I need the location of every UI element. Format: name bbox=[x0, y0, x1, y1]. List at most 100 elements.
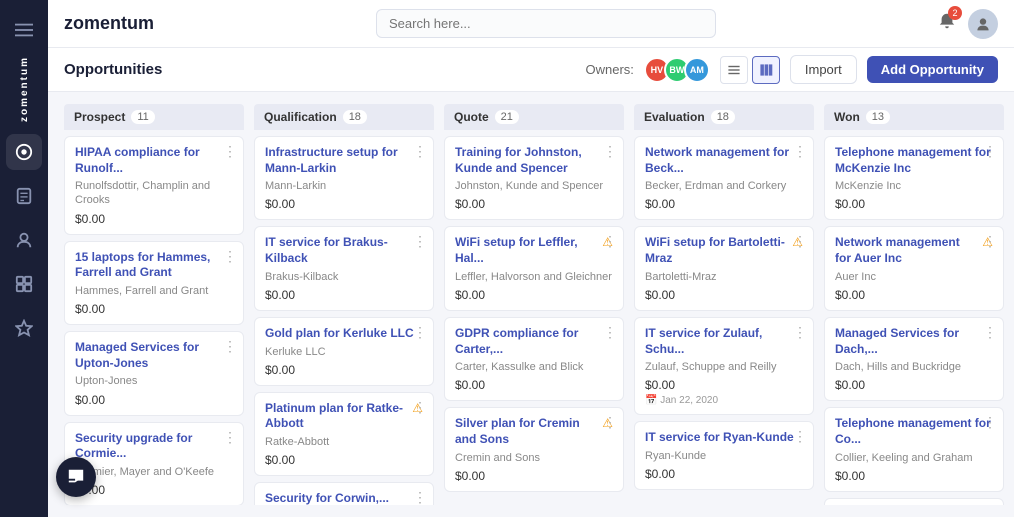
card-amount: $0.00 bbox=[265, 363, 423, 377]
card-menu-button[interactable]: ⋮ bbox=[603, 324, 617, 341]
sidebar-item-contacts[interactable] bbox=[6, 222, 42, 258]
card-menu-button[interactable]: ⋮ bbox=[983, 324, 997, 341]
card-title-row: IT service for Ryan-Kunde bbox=[645, 430, 803, 449]
card-title: Telephone management for McKenzie Inc bbox=[835, 145, 993, 176]
col-title-evaluation: Evaluation bbox=[644, 110, 705, 124]
kanban-card[interactable]: ⋮Security for Corwin,... bbox=[254, 482, 434, 505]
owner-avatar-2[interactable]: AM bbox=[684, 57, 710, 83]
add-opportunity-button[interactable]: Add Opportunity bbox=[867, 56, 998, 83]
card-amount: $0.00 bbox=[265, 288, 423, 302]
kanban-card[interactable]: ⋮WiFi setup for Bartoletti-Mraz⚠Bartolet… bbox=[634, 226, 814, 310]
card-subtitle: Bartoletti-Mraz bbox=[645, 270, 803, 284]
card-subtitle: Carter, Kassulke and Blick bbox=[455, 360, 613, 374]
card-title: Network management for Auer Inc bbox=[835, 235, 976, 266]
card-subtitle: Leffler, Halvorson and Gleichner bbox=[455, 270, 613, 284]
card-amount: $0.00 bbox=[455, 288, 613, 302]
kanban-view-button[interactable] bbox=[752, 56, 780, 84]
kanban-card[interactable]: ⋮Platinum plan for Ratke-Abbott⚠Ratke-Ab… bbox=[254, 392, 434, 476]
kanban-card[interactable]: ⋮HIPAA compliance for Runolf...Runolfsdo… bbox=[64, 136, 244, 235]
col-header-won: Won 13 bbox=[824, 104, 1004, 130]
card-menu-button[interactable]: ⋮ bbox=[983, 414, 997, 431]
sidebar-item-favorites[interactable] bbox=[6, 310, 42, 346]
card-amount: $0.00 bbox=[645, 378, 803, 392]
card-menu-button[interactable]: ⋮ bbox=[603, 414, 617, 431]
card-menu-button[interactable]: ⋮ bbox=[223, 248, 237, 265]
card-menu-button[interactable]: ⋮ bbox=[603, 143, 617, 160]
hamburger-menu[interactable] bbox=[6, 12, 42, 48]
search-input[interactable] bbox=[376, 9, 716, 38]
kanban-card[interactable]: ⋮15 laptops for Hammes, Farrell and Gran… bbox=[64, 241, 244, 325]
kanban-card[interactable]: ⋮Telephone management for Co...Collier, … bbox=[824, 407, 1004, 491]
card-menu-button[interactable]: ⋮ bbox=[223, 338, 237, 355]
card-subtitle: Collier, Keeling and Graham bbox=[835, 451, 993, 465]
card-title-row: Telephone management for Co... bbox=[835, 416, 993, 450]
card-menu-button[interactable]: ⋮ bbox=[413, 233, 427, 250]
card-menu-button[interactable]: ⋮ bbox=[413, 399, 427, 416]
col-cards-quote: ⋮Training for Johnston, Kunde and Spence… bbox=[444, 132, 624, 505]
card-menu-button[interactable]: ⋮ bbox=[793, 143, 807, 160]
card-subtitle: Cormier, Mayer and O'Keefe bbox=[75, 465, 233, 479]
kanban-card[interactable]: ⋮IT service for Ryan-KundeRyan-Kunde$0.0… bbox=[634, 421, 814, 490]
card-title: HIPAA compliance for Runolf... bbox=[75, 145, 233, 176]
sidebar-item-products[interactable] bbox=[6, 266, 42, 302]
kanban-card[interactable]: ⋮Managed Services for Upton-JonesUpton-J… bbox=[64, 331, 244, 415]
card-menu-button[interactable]: ⋮ bbox=[983, 233, 997, 250]
kanban-card[interactable]: ⋮Telephone management for McKenzie IncMc… bbox=[824, 136, 1004, 220]
card-menu-button[interactable]: ⋮ bbox=[603, 233, 617, 250]
kanban-card[interactable]: ⋮Gold plan for Kerluke LLCKerluke LLC$0.… bbox=[254, 317, 434, 386]
kanban-card[interactable]: ⋮Managed Services for Dach,...Dach, Hill… bbox=[824, 317, 1004, 401]
card-title-row: Network management for Auer Inc⚠ bbox=[835, 235, 993, 269]
kanban-card[interactable]: ⋮GDPR compliance for Carter,... Carter, K… bbox=[444, 317, 624, 401]
card-menu-button[interactable]: ⋮ bbox=[983, 143, 997, 160]
col-title-quote: Quote bbox=[454, 110, 489, 124]
card-menu-button[interactable]: ⋮ bbox=[223, 143, 237, 160]
card-menu-button[interactable]: ⋮ bbox=[413, 143, 427, 160]
list-view-button[interactable] bbox=[720, 56, 748, 84]
kanban-card[interactable]: ⋮Infrastructure setup for Mann-LarkinMan… bbox=[254, 136, 434, 220]
card-amount: $0.00 bbox=[265, 197, 423, 211]
card-title-row: GDPR compliance for Carter,... bbox=[455, 326, 613, 360]
col-header-quote: Quote 21 bbox=[444, 104, 624, 130]
kanban-card[interactable]: ⋮IT service for Brakus-KilbackBrakus-Kil… bbox=[254, 226, 434, 310]
card-title-row: HIPAA compliance for Runolf... bbox=[75, 145, 233, 179]
page-header: Opportunities Owners: HVBWAM Import Add … bbox=[48, 48, 1014, 92]
card-menu-button[interactable]: ⋮ bbox=[413, 489, 427, 505]
card-menu-button[interactable]: ⋮ bbox=[793, 428, 807, 445]
card-menu-button[interactable]: ⋮ bbox=[793, 233, 807, 250]
kanban-wrapper: Prospect 11 ⋮HIPAA compliance for Runolf… bbox=[48, 92, 1014, 517]
sidebar-item-documents[interactable] bbox=[6, 178, 42, 214]
sidebar-logo: zomentum bbox=[6, 56, 42, 122]
card-title-row: Infrastructure setup for Mann-Larkin bbox=[265, 145, 423, 179]
user-avatar[interactable] bbox=[968, 9, 998, 39]
card-subtitle: Johnston, Kunde and Spencer bbox=[455, 179, 613, 193]
card-title: IT service for Brakus-Kilback bbox=[265, 235, 423, 266]
kanban-card[interactable]: ⋮Training for Johnston, Kunde and Spence… bbox=[444, 136, 624, 220]
card-subtitle: Ryan-Kunde bbox=[645, 449, 803, 463]
kanban-card[interactable]: ⋮Network management for Beck...Becker, E… bbox=[634, 136, 814, 220]
kanban-card[interactable]: ⋮Gold plan for Mitchell-... bbox=[824, 498, 1004, 505]
card-title-row: WiFi setup for Leffler, Hal...⚠ bbox=[455, 235, 613, 269]
col-cards-won: ⋮Telephone management for McKenzie IncMc… bbox=[824, 132, 1004, 505]
card-menu-button[interactable]: ⋮ bbox=[223, 429, 237, 446]
card-menu-button[interactable]: ⋮ bbox=[793, 324, 807, 341]
card-title: Training for Johnston, Kunde and Spencer bbox=[455, 145, 613, 176]
card-title: GDPR compliance for Carter,... bbox=[455, 326, 613, 357]
col-count-evaluation: 18 bbox=[711, 110, 735, 124]
card-subtitle: Dach, Hills and Buckridge bbox=[835, 360, 993, 374]
card-menu-button[interactable]: ⋮ bbox=[413, 324, 427, 341]
kanban-card[interactable]: ⋮IT service for Zulauf, Schu...Zulauf, S… bbox=[634, 317, 814, 415]
view-toggle bbox=[720, 56, 780, 84]
sidebar-item-dashboard[interactable] bbox=[6, 134, 42, 170]
import-button[interactable]: Import bbox=[790, 55, 857, 84]
kanban-card[interactable]: ⋮WiFi setup for Leffler, Hal...⚠Leffler,… bbox=[444, 226, 624, 310]
page-actions: Owners: HVBWAM Import Add Opportunity bbox=[585, 55, 998, 84]
kanban-card[interactable]: ⋮Silver plan for Cremin and Sons⚠Cremin … bbox=[444, 407, 624, 491]
chat-fab-button[interactable] bbox=[56, 457, 96, 497]
owners-label: Owners: bbox=[585, 62, 633, 77]
col-title-won: Won bbox=[834, 110, 860, 124]
kanban-card[interactable]: ⋮Network management for Auer Inc⚠Auer In… bbox=[824, 226, 1004, 310]
card-amount: $0.00 bbox=[455, 378, 613, 392]
card-title-row: Training for Johnston, Kunde and Spencer bbox=[455, 145, 613, 179]
notification-button[interactable]: 2 bbox=[938, 12, 956, 35]
card-title-row: Platinum plan for Ratke-Abbott⚠ bbox=[265, 401, 423, 435]
